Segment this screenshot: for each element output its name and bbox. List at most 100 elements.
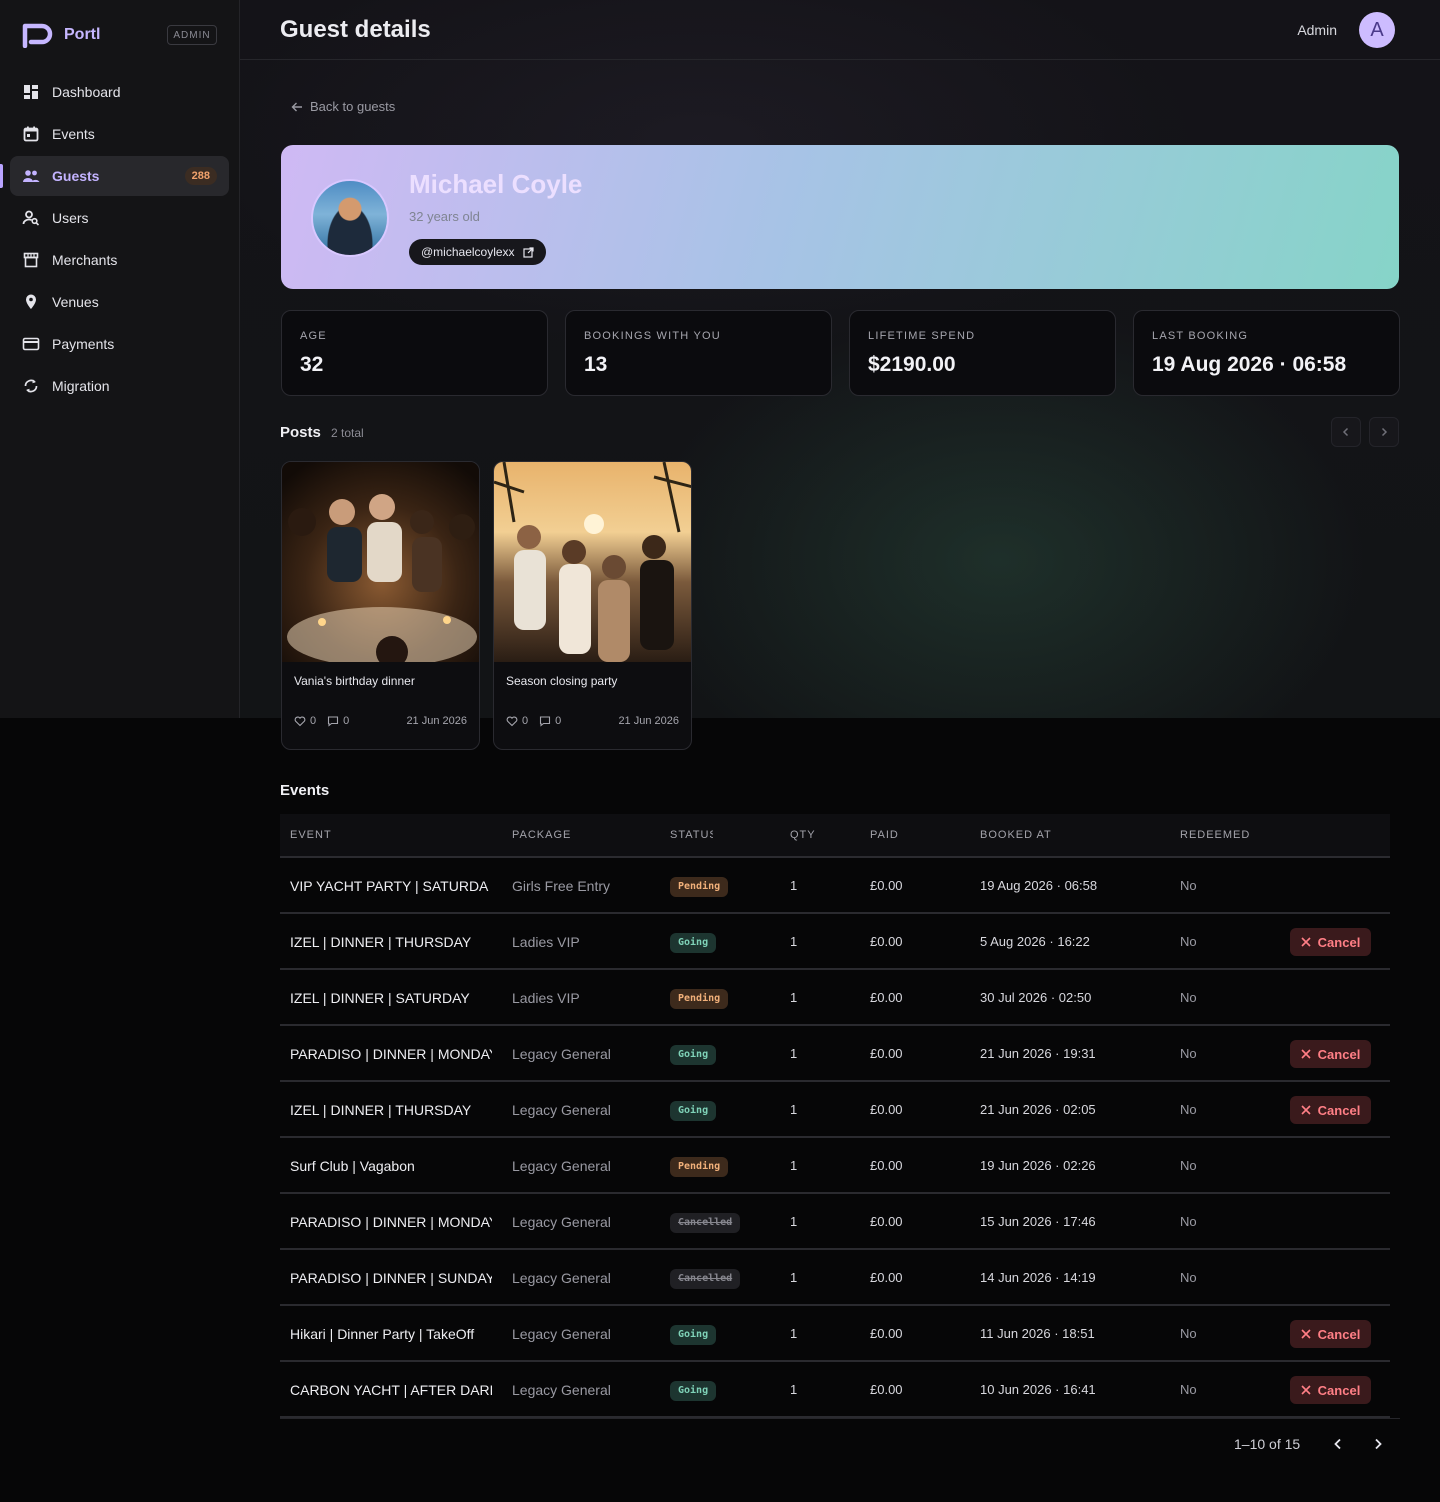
paid-value: £0.00 xyxy=(870,1326,903,1341)
package-name: Legacy General xyxy=(512,1102,611,1118)
close-icon xyxy=(1301,937,1311,947)
redeemed-value: No xyxy=(1180,1382,1197,1397)
qty-value: 1 xyxy=(790,878,798,893)
booked-at-value: 21 Jun 2026 · 02:05 xyxy=(980,1102,1096,1117)
sidebar-item-migration[interactable]: Migration xyxy=(10,366,229,406)
brand[interactable]: Portl xyxy=(22,22,100,48)
chevron-right-icon xyxy=(1375,1438,1382,1450)
sidebar-item-payments[interactable]: Payments xyxy=(10,324,229,364)
posts-section-title: Posts xyxy=(280,424,321,441)
cancel-booking-button[interactable]: Cancel xyxy=(1290,1040,1371,1068)
likes-count: 0 xyxy=(310,715,317,727)
sidebar-item-users[interactable]: Users xyxy=(10,198,229,238)
post-card[interactable]: Season closing party 0 0 21 Jun 2026 xyxy=(493,461,692,750)
sidebar-item-guests[interactable]: Guests 288 xyxy=(0,156,229,196)
sidebar: Portl ADMIN Dashboard Events Guests 288 … xyxy=(0,0,240,718)
event-name[interactable]: IZEL | DINNER | THURSDAY xyxy=(290,934,492,950)
event-name[interactable]: VIP YACHT PARTY | SATURDA xyxy=(290,878,492,894)
cancel-booking-button[interactable]: Cancel xyxy=(1290,1096,1371,1124)
stat-card-last-booking: LAST BOOKING 19 Aug 2026 · 06:58 xyxy=(1133,310,1400,396)
status-cell: Pending xyxy=(670,876,729,897)
qty-value: 1 xyxy=(790,1214,798,1229)
sidebar-item-venues[interactable]: Venues xyxy=(10,282,229,322)
table-row[interactable]: IZEL | DINNER | THURSDAY Legacy General Go… xyxy=(280,1082,1390,1138)
status-cell: Going xyxy=(670,1380,717,1401)
people-icon xyxy=(23,170,40,182)
event-name[interactable]: IZEL | DINNER | SATURDAY xyxy=(290,990,492,1006)
cancel-booking-button[interactable]: Cancel xyxy=(1290,928,1371,956)
booked-at-value: 15 Jun 2026 · 17:46 xyxy=(980,1214,1096,1229)
posts-next-button[interactable] xyxy=(1369,417,1399,447)
table-row[interactable]: Hikari | Dinner Party | TakeOff Legacy Ge… xyxy=(280,1306,1390,1362)
sidebar-item-merchants[interactable]: Merchants xyxy=(10,240,229,280)
paid-value: £0.00 xyxy=(870,1382,903,1397)
post-comments[interactable]: 0 xyxy=(539,715,561,727)
post-likes[interactable]: 0 xyxy=(506,715,528,727)
event-name[interactable]: PARADISO | DINNER | MONDAY xyxy=(290,1214,492,1230)
post-caption: Season closing party xyxy=(506,674,618,688)
booked-at-value: 5 Aug 2026 · 16:22 xyxy=(980,934,1090,949)
sidebar-item-label: Dashboard xyxy=(52,84,121,100)
status-badge: Pending xyxy=(670,1157,729,1177)
post-comments[interactable]: 0 xyxy=(327,715,349,727)
package-name: Legacy General xyxy=(512,1158,611,1174)
stat-value: 13 xyxy=(584,353,608,376)
sidebar-item-events[interactable]: Events xyxy=(10,114,229,154)
table-row[interactable]: PARADISO | DINNER | MONDAY Legacy General… xyxy=(280,1026,1390,1082)
status-cell: Cancelled xyxy=(670,1212,741,1233)
back-to-guests-link[interactable]: Back to guests xyxy=(290,99,395,114)
table-row[interactable]: PARADISO | DINNER | MONDAY Legacy General… xyxy=(280,1194,1390,1250)
dashboard-icon xyxy=(24,85,38,99)
redeemed-value: No xyxy=(1180,1158,1197,1173)
pagination-next-button[interactable] xyxy=(1369,1435,1387,1453)
event-name[interactable]: Hikari | Dinner Party | TakeOff xyxy=(290,1326,492,1342)
comment-icon xyxy=(540,716,551,727)
location-pin-icon xyxy=(26,294,36,309)
portl-logo-icon xyxy=(22,23,53,48)
post-card[interactable]: Vania's birthday dinner 0 0 21 Jun 2026 xyxy=(281,461,480,750)
event-name[interactable]: IZEL | DINNER | THURSDAY xyxy=(290,1102,492,1118)
paid-value: £0.00 xyxy=(870,878,903,893)
table-row[interactable]: IZEL | DINNER | SATURDAY Ladies VIP Pendin… xyxy=(280,970,1390,1026)
package-name: Ladies VIP xyxy=(512,934,580,950)
redeemed-value: No xyxy=(1180,1214,1197,1229)
table-row[interactable]: Surf Club | Vagabon Legacy General Pending… xyxy=(280,1138,1390,1194)
post-image xyxy=(282,462,479,662)
sidebar-item-label: Guests xyxy=(52,168,100,184)
post-likes[interactable]: 0 xyxy=(294,715,316,727)
cancel-booking-button[interactable]: Cancel xyxy=(1290,1376,1371,1404)
guest-name: Michael Coyle xyxy=(409,169,583,199)
posts-prev-button[interactable] xyxy=(1331,417,1361,447)
close-icon xyxy=(1301,1329,1311,1339)
event-name[interactable]: Surf Club | Vagabon xyxy=(290,1158,492,1174)
column-header-booked-at: BOOKED AT xyxy=(980,829,1052,841)
sidebar-item-dashboard[interactable]: Dashboard xyxy=(10,72,229,112)
package-name: Legacy General xyxy=(512,1326,611,1342)
status-cell: Pending xyxy=(670,988,729,1009)
top-bar: Guest details Admin A xyxy=(240,0,1440,60)
current-user-name[interactable]: Admin xyxy=(1297,22,1337,38)
likes-count: 0 xyxy=(522,715,529,727)
stat-card-bookings: BOOKINGS WITH YOU 13 xyxy=(565,310,832,396)
package-name: Girls Free Entry xyxy=(512,878,611,894)
user-avatar[interactable]: A xyxy=(1359,12,1395,48)
table-row[interactable]: VIP YACHT PARTY | SATURDA Girls Free Entr… xyxy=(280,858,1390,914)
status-badge: Pending xyxy=(670,877,729,897)
guest-avatar xyxy=(311,179,389,257)
heart-icon xyxy=(506,716,518,727)
table-footer-divider xyxy=(280,1418,1400,1419)
table-row[interactable]: IZEL | DINNER | THURSDAY Ladies VIP Going 1… xyxy=(280,914,1390,970)
status-badge: Cancelled xyxy=(670,1269,741,1289)
table-row[interactable]: CARBON YACHT | AFTER DARK Legacy General G… xyxy=(280,1362,1390,1418)
cancel-booking-button[interactable]: Cancel xyxy=(1290,1320,1371,1348)
event-name[interactable]: PARADISO | DINNER | SUNDAY xyxy=(290,1270,492,1286)
stat-label: AGE xyxy=(300,330,327,342)
events-table: EVENT PACKAGE STATUS QTY PAID BOOKED AT … xyxy=(280,814,1390,1418)
table-row[interactable]: PARADISO | DINNER | SUNDAY Legacy General… xyxy=(280,1250,1390,1306)
event-name[interactable]: CARBON YACHT | AFTER DARK xyxy=(290,1382,492,1398)
status-cell: Pending xyxy=(670,1156,729,1177)
instagram-handle-link[interactable]: @michaelcoylexx xyxy=(409,239,546,265)
event-name[interactable]: PARADISO | DINNER | MONDAY xyxy=(290,1046,492,1062)
redeemed-value: No xyxy=(1180,1102,1197,1117)
pagination-prev-button[interactable] xyxy=(1329,1435,1347,1453)
